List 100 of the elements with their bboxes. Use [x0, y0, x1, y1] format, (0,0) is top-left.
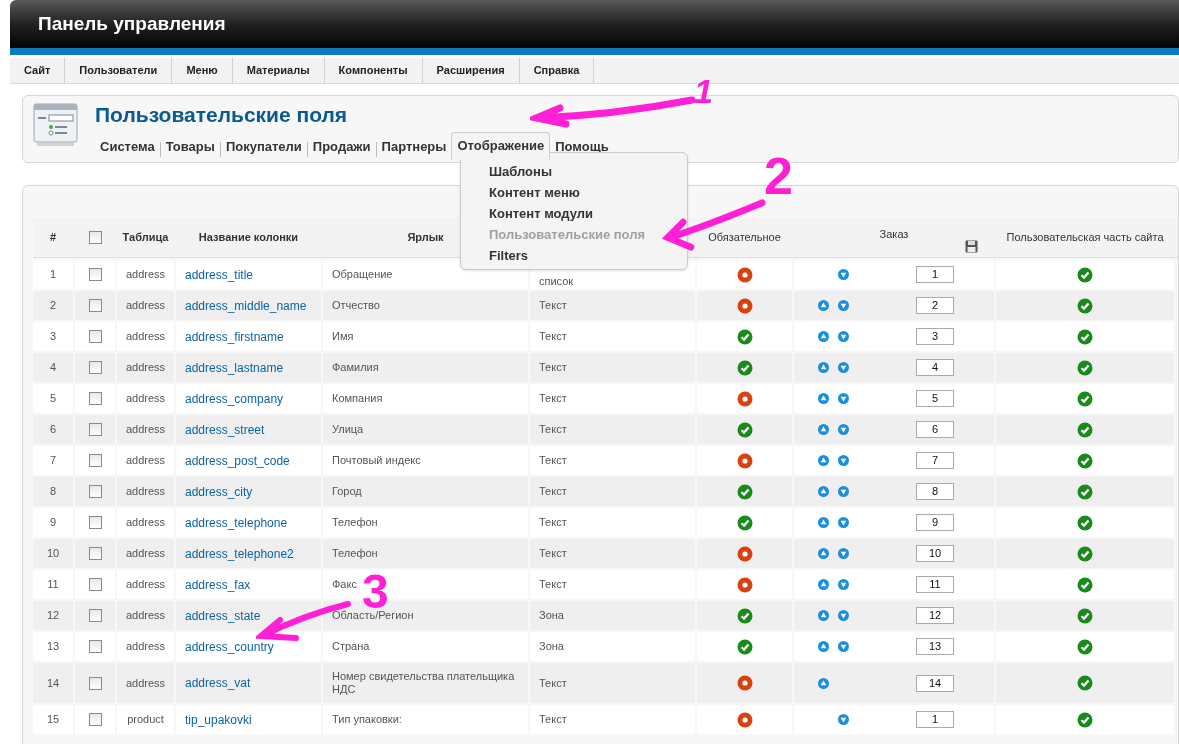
- check-icon[interactable]: [736, 421, 753, 438]
- checkbox[interactable]: [88, 713, 102, 726]
- submenu-tab[interactable]: Отображение: [451, 132, 551, 160]
- menu-item[interactable]: Расширения: [422, 58, 520, 83]
- checkbox[interactable]: [88, 676, 102, 690]
- down-arrow-icon[interactable]: [838, 641, 849, 652]
- ring-icon[interactable]: [736, 711, 753, 728]
- check-icon[interactable]: [1077, 452, 1093, 469]
- down-arrow-icon[interactable]: [838, 331, 849, 342]
- up-arrow-icon[interactable]: [818, 393, 829, 404]
- checkbox[interactable]: [88, 516, 102, 529]
- check-icon[interactable]: [736, 359, 753, 376]
- down-arrow-icon[interactable]: [838, 714, 849, 725]
- menu-item[interactable]: Материалы: [232, 58, 325, 83]
- check-icon[interactable]: [1077, 483, 1093, 500]
- check-icon[interactable]: [1077, 607, 1093, 624]
- check-icon[interactable]: [1077, 390, 1093, 407]
- order-field[interactable]: 4: [916, 359, 954, 376]
- dropdown-item[interactable]: Контент модули: [489, 205, 594, 223]
- ring-icon[interactable]: [736, 452, 753, 469]
- up-arrow-icon[interactable]: [818, 300, 829, 311]
- down-arrow-icon[interactable]: [838, 300, 849, 311]
- order-field[interactable]: 12: [916, 607, 954, 624]
- order-field[interactable]: 13: [916, 638, 954, 655]
- checkbox[interactable]: [88, 640, 102, 653]
- check-icon[interactable]: [1077, 711, 1093, 728]
- submenu-tab[interactable]: Система: [95, 137, 160, 160]
- up-arrow-icon[interactable]: [818, 362, 829, 373]
- check-icon[interactable]: [1077, 359, 1093, 376]
- checkbox[interactable]: [88, 231, 102, 244]
- menu-item[interactable]: Справка: [519, 58, 595, 83]
- menu-item[interactable]: Меню: [172, 58, 233, 83]
- ring-icon[interactable]: [736, 545, 753, 562]
- checkbox[interactable]: [88, 485, 102, 498]
- up-arrow-icon[interactable]: [818, 641, 829, 652]
- check-icon[interactable]: [736, 328, 753, 345]
- up-arrow-icon[interactable]: [818, 548, 829, 559]
- order-field[interactable]: 5: [916, 390, 954, 407]
- up-arrow-icon[interactable]: [818, 331, 829, 342]
- ring-icon[interactable]: [736, 390, 753, 407]
- ring-icon[interactable]: [736, 297, 753, 314]
- up-arrow-icon[interactable]: [818, 610, 829, 621]
- order-field[interactable]: 2: [916, 297, 954, 314]
- submenu-tab[interactable]: Покупатели: [220, 137, 307, 160]
- up-arrow-icon[interactable]: [818, 424, 829, 435]
- ring-icon[interactable]: [736, 266, 753, 283]
- down-arrow-icon[interactable]: [838, 486, 849, 497]
- up-arrow-icon[interactable]: [818, 455, 829, 466]
- order-field[interactable]: 1: [916, 711, 954, 728]
- order-field[interactable]: 3: [916, 328, 954, 345]
- checkbox[interactable]: [88, 423, 102, 436]
- down-arrow-icon[interactable]: [838, 362, 849, 373]
- down-arrow-icon[interactable]: [838, 610, 849, 621]
- up-arrow-icon[interactable]: [818, 517, 829, 528]
- down-arrow-icon[interactable]: [838, 424, 849, 435]
- order-field[interactable]: 8: [916, 483, 954, 500]
- down-arrow-icon[interactable]: [838, 579, 849, 590]
- submenu-tab[interactable]: Партнеры: [376, 137, 452, 160]
- order-field[interactable]: 1: [916, 266, 954, 283]
- up-arrow-icon[interactable]: [818, 579, 829, 590]
- check-icon[interactable]: [1077, 545, 1093, 562]
- dropdown-item[interactable]: Filters: [489, 247, 528, 265]
- down-arrow-icon[interactable]: [838, 455, 849, 466]
- order-field[interactable]: 10: [916, 545, 954, 562]
- check-icon[interactable]: [1077, 514, 1093, 531]
- checkbox[interactable]: [88, 454, 102, 467]
- checkbox[interactable]: [88, 299, 102, 312]
- checkbox[interactable]: [88, 361, 102, 374]
- order-field[interactable]: 11: [916, 576, 954, 593]
- ring-icon[interactable]: [736, 576, 753, 593]
- check-icon[interactable]: [736, 514, 753, 531]
- down-arrow-icon[interactable]: [838, 269, 849, 280]
- check-icon[interactable]: [1077, 266, 1093, 283]
- up-arrow-icon[interactable]: [818, 486, 829, 497]
- checkbox[interactable]: [88, 547, 102, 560]
- down-arrow-icon[interactable]: [838, 393, 849, 404]
- checkbox[interactable]: [88, 330, 102, 343]
- check-icon[interactable]: [1077, 576, 1093, 593]
- check-icon[interactable]: [1077, 328, 1093, 345]
- submenu-tab[interactable]: Продажи: [307, 137, 376, 160]
- checkbox[interactable]: [88, 609, 102, 622]
- dropdown-item[interactable]: Контент меню: [489, 184, 580, 202]
- order-field[interactable]: 9: [916, 514, 954, 531]
- check-icon[interactable]: [1077, 675, 1093, 691]
- down-arrow-icon[interactable]: [838, 548, 849, 559]
- checkbox[interactable]: [88, 578, 102, 591]
- submenu-tab[interactable]: Помощь: [550, 137, 614, 160]
- menu-item[interactable]: Пользователи: [65, 58, 173, 83]
- check-icon[interactable]: [736, 607, 753, 624]
- check-icon[interactable]: [1077, 421, 1093, 438]
- order-field[interactable]: 7: [916, 452, 954, 469]
- down-arrow-icon[interactable]: [838, 517, 849, 528]
- save-icon[interactable]: [965, 240, 978, 253]
- checkbox[interactable]: [88, 268, 102, 281]
- check-icon[interactable]: [1077, 638, 1093, 655]
- checkbox[interactable]: [88, 392, 102, 405]
- check-icon[interactable]: [1077, 297, 1093, 314]
- dropdown-item[interactable]: Шаблоны: [489, 163, 552, 181]
- ring-icon[interactable]: [736, 675, 753, 691]
- menu-item[interactable]: Сайт: [10, 58, 66, 83]
